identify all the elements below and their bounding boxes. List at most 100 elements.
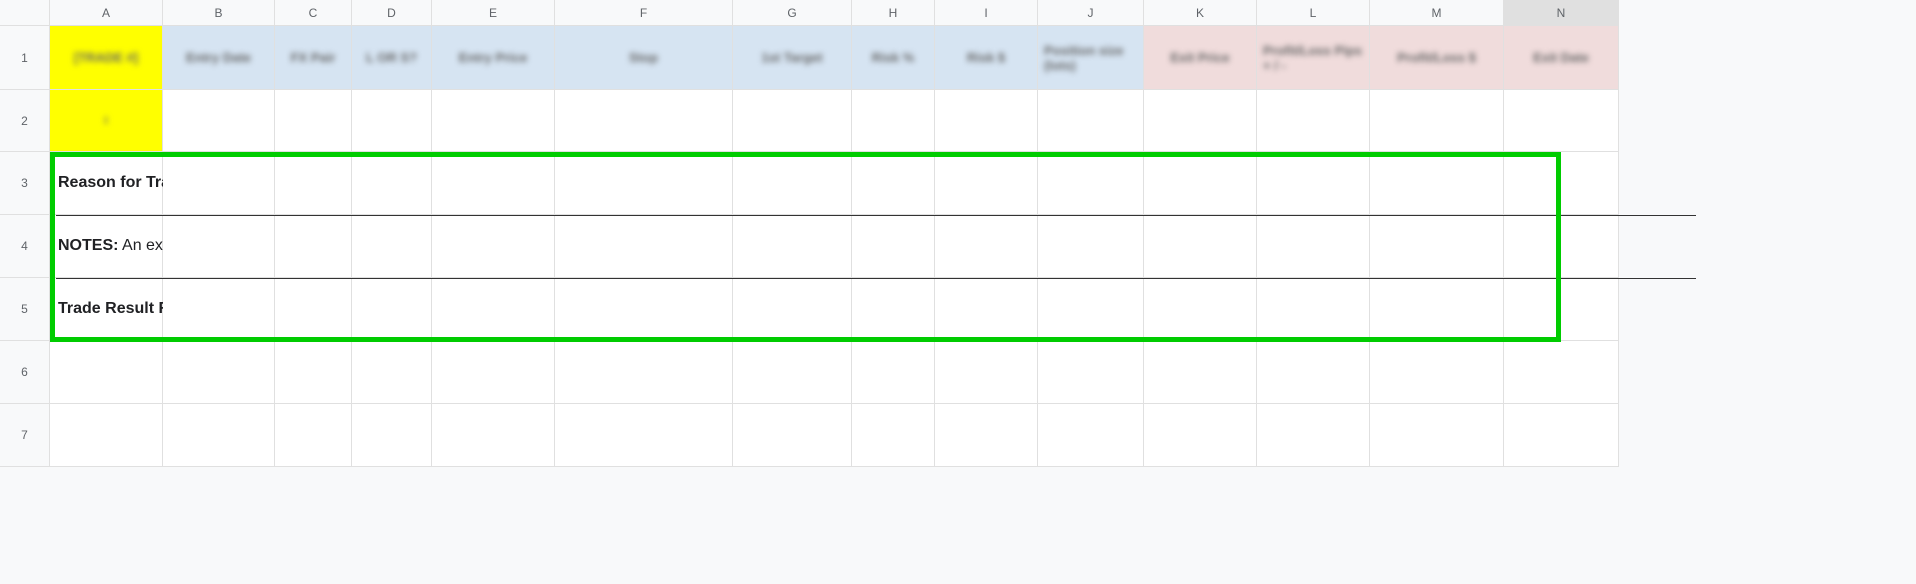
cell-b6[interactable] (163, 341, 275, 404)
cell-a7[interactable] (50, 404, 163, 467)
col-header-d[interactable]: D (352, 0, 432, 26)
cell-n6[interactable] (1504, 341, 1619, 404)
cell-i4[interactable] (935, 215, 1038, 278)
cell-d1[interactable]: L OR S? (352, 26, 432, 90)
cell-b2[interactable] (163, 90, 275, 152)
cell-f2[interactable] (555, 90, 733, 152)
cell-k7[interactable] (1144, 404, 1257, 467)
cell-j6[interactable] (1038, 341, 1144, 404)
cell-l3[interactable] (1257, 152, 1370, 215)
cell-d3[interactable] (352, 152, 432, 215)
cell-g3[interactable] (733, 152, 852, 215)
cell-l2[interactable] (1257, 90, 1370, 152)
cell-m5[interactable] (1370, 278, 1504, 341)
cell-a3[interactable]: Reason for Trade Entry: EXAMPLE; I have … (50, 152, 163, 215)
col-header-b[interactable]: B (163, 0, 275, 26)
col-header-c[interactable]: C (275, 0, 352, 26)
col-header-a[interactable]: A (50, 0, 163, 26)
cell-h4[interactable] (852, 215, 935, 278)
row-header-6[interactable]: 6 (0, 341, 50, 404)
cell-k6[interactable] (1144, 341, 1257, 404)
col-header-h[interactable]: H (852, 0, 935, 26)
cell-i2[interactable] (935, 90, 1038, 152)
corner-cell[interactable] (0, 0, 50, 26)
cell-k3[interactable] (1144, 152, 1257, 215)
cell-i5[interactable] (935, 278, 1038, 341)
cell-a6[interactable] (50, 341, 163, 404)
cell-b4[interactable] (163, 215, 275, 278)
row-header-4[interactable]: 4 (0, 215, 50, 278)
col-header-l[interactable]: L (1257, 0, 1370, 26)
cell-d5[interactable] (352, 278, 432, 341)
cell-l5[interactable] (1257, 278, 1370, 341)
cell-n7[interactable] (1504, 404, 1619, 467)
cell-c5[interactable] (275, 278, 352, 341)
cell-m1[interactable]: Profit/Loss $ (1370, 26, 1504, 90)
cell-h2[interactable] (852, 90, 935, 152)
cell-e2[interactable] (432, 90, 555, 152)
cell-i1[interactable]: Risk $ (935, 26, 1038, 90)
cell-l1[interactable]: Profit/Loss Pips + / - (1257, 26, 1370, 90)
cell-m3[interactable] (1370, 152, 1504, 215)
cell-m7[interactable] (1370, 404, 1504, 467)
cell-j4[interactable] (1038, 215, 1144, 278)
cell-n2[interactable] (1504, 90, 1619, 152)
cell-g7[interactable] (733, 404, 852, 467)
col-header-e[interactable]: E (432, 0, 555, 26)
cell-g5[interactable] (733, 278, 852, 341)
col-header-g[interactable]: G (733, 0, 852, 26)
cell-a5[interactable]: Trade Result Remarks: EXAMPLE; Fully rec… (50, 278, 163, 341)
cell-l4[interactable] (1257, 215, 1370, 278)
cell-c7[interactable] (275, 404, 352, 467)
cell-i7[interactable] (935, 404, 1038, 467)
cell-i3[interactable] (935, 152, 1038, 215)
row-header-3[interactable]: 3 (0, 152, 50, 215)
cell-c6[interactable] (275, 341, 352, 404)
cell-b1[interactable]: Entry Date (163, 26, 275, 90)
col-header-n[interactable]: N (1504, 0, 1619, 26)
cell-a1[interactable]: [TRADE #] (50, 26, 163, 90)
cell-m2[interactable] (1370, 90, 1504, 152)
cell-j7[interactable] (1038, 404, 1144, 467)
col-header-k[interactable]: K (1144, 0, 1257, 26)
cell-j2[interactable] (1038, 90, 1144, 152)
cell-f7[interactable] (555, 404, 733, 467)
cell-m6[interactable] (1370, 341, 1504, 404)
cell-f5[interactable] (555, 278, 733, 341)
cell-d7[interactable] (352, 404, 432, 467)
cell-b7[interactable] (163, 404, 275, 467)
cell-a4[interactable]: NOTES: An example of a trade note may be… (50, 215, 163, 278)
cell-i6[interactable] (935, 341, 1038, 404)
cell-f3[interactable] (555, 152, 733, 215)
cell-k1[interactable]: Exit Price (1144, 26, 1257, 90)
cell-g4[interactable] (733, 215, 852, 278)
cell-c3[interactable] (275, 152, 352, 215)
cell-h5[interactable] (852, 278, 935, 341)
col-header-f[interactable]: F (555, 0, 733, 26)
cell-j3[interactable] (1038, 152, 1144, 215)
cell-h1[interactable]: Risk % (852, 26, 935, 90)
cell-k5[interactable] (1144, 278, 1257, 341)
cell-l6[interactable] (1257, 341, 1370, 404)
cell-h7[interactable] (852, 404, 935, 467)
cell-e7[interactable] (432, 404, 555, 467)
cell-f6[interactable] (555, 341, 733, 404)
row-header-7[interactable]: 7 (0, 404, 50, 467)
cell-l7[interactable] (1257, 404, 1370, 467)
cell-c1[interactable]: FX Pair (275, 26, 352, 90)
row-header-2[interactable]: 2 (0, 90, 50, 152)
cell-e3[interactable] (432, 152, 555, 215)
cell-m4[interactable] (1370, 215, 1504, 278)
cell-n3[interactable] (1504, 152, 1619, 215)
cell-d6[interactable] (352, 341, 432, 404)
cell-g6[interactable] (733, 341, 852, 404)
cell-k4[interactable] (1144, 215, 1257, 278)
cell-a2[interactable]: I (50, 90, 163, 152)
cell-g2[interactable] (733, 90, 852, 152)
cell-b5[interactable] (163, 278, 275, 341)
cell-d2[interactable] (352, 90, 432, 152)
col-header-j[interactable]: J (1038, 0, 1144, 26)
cell-h6[interactable] (852, 341, 935, 404)
cell-j5[interactable] (1038, 278, 1144, 341)
cell-e6[interactable] (432, 341, 555, 404)
